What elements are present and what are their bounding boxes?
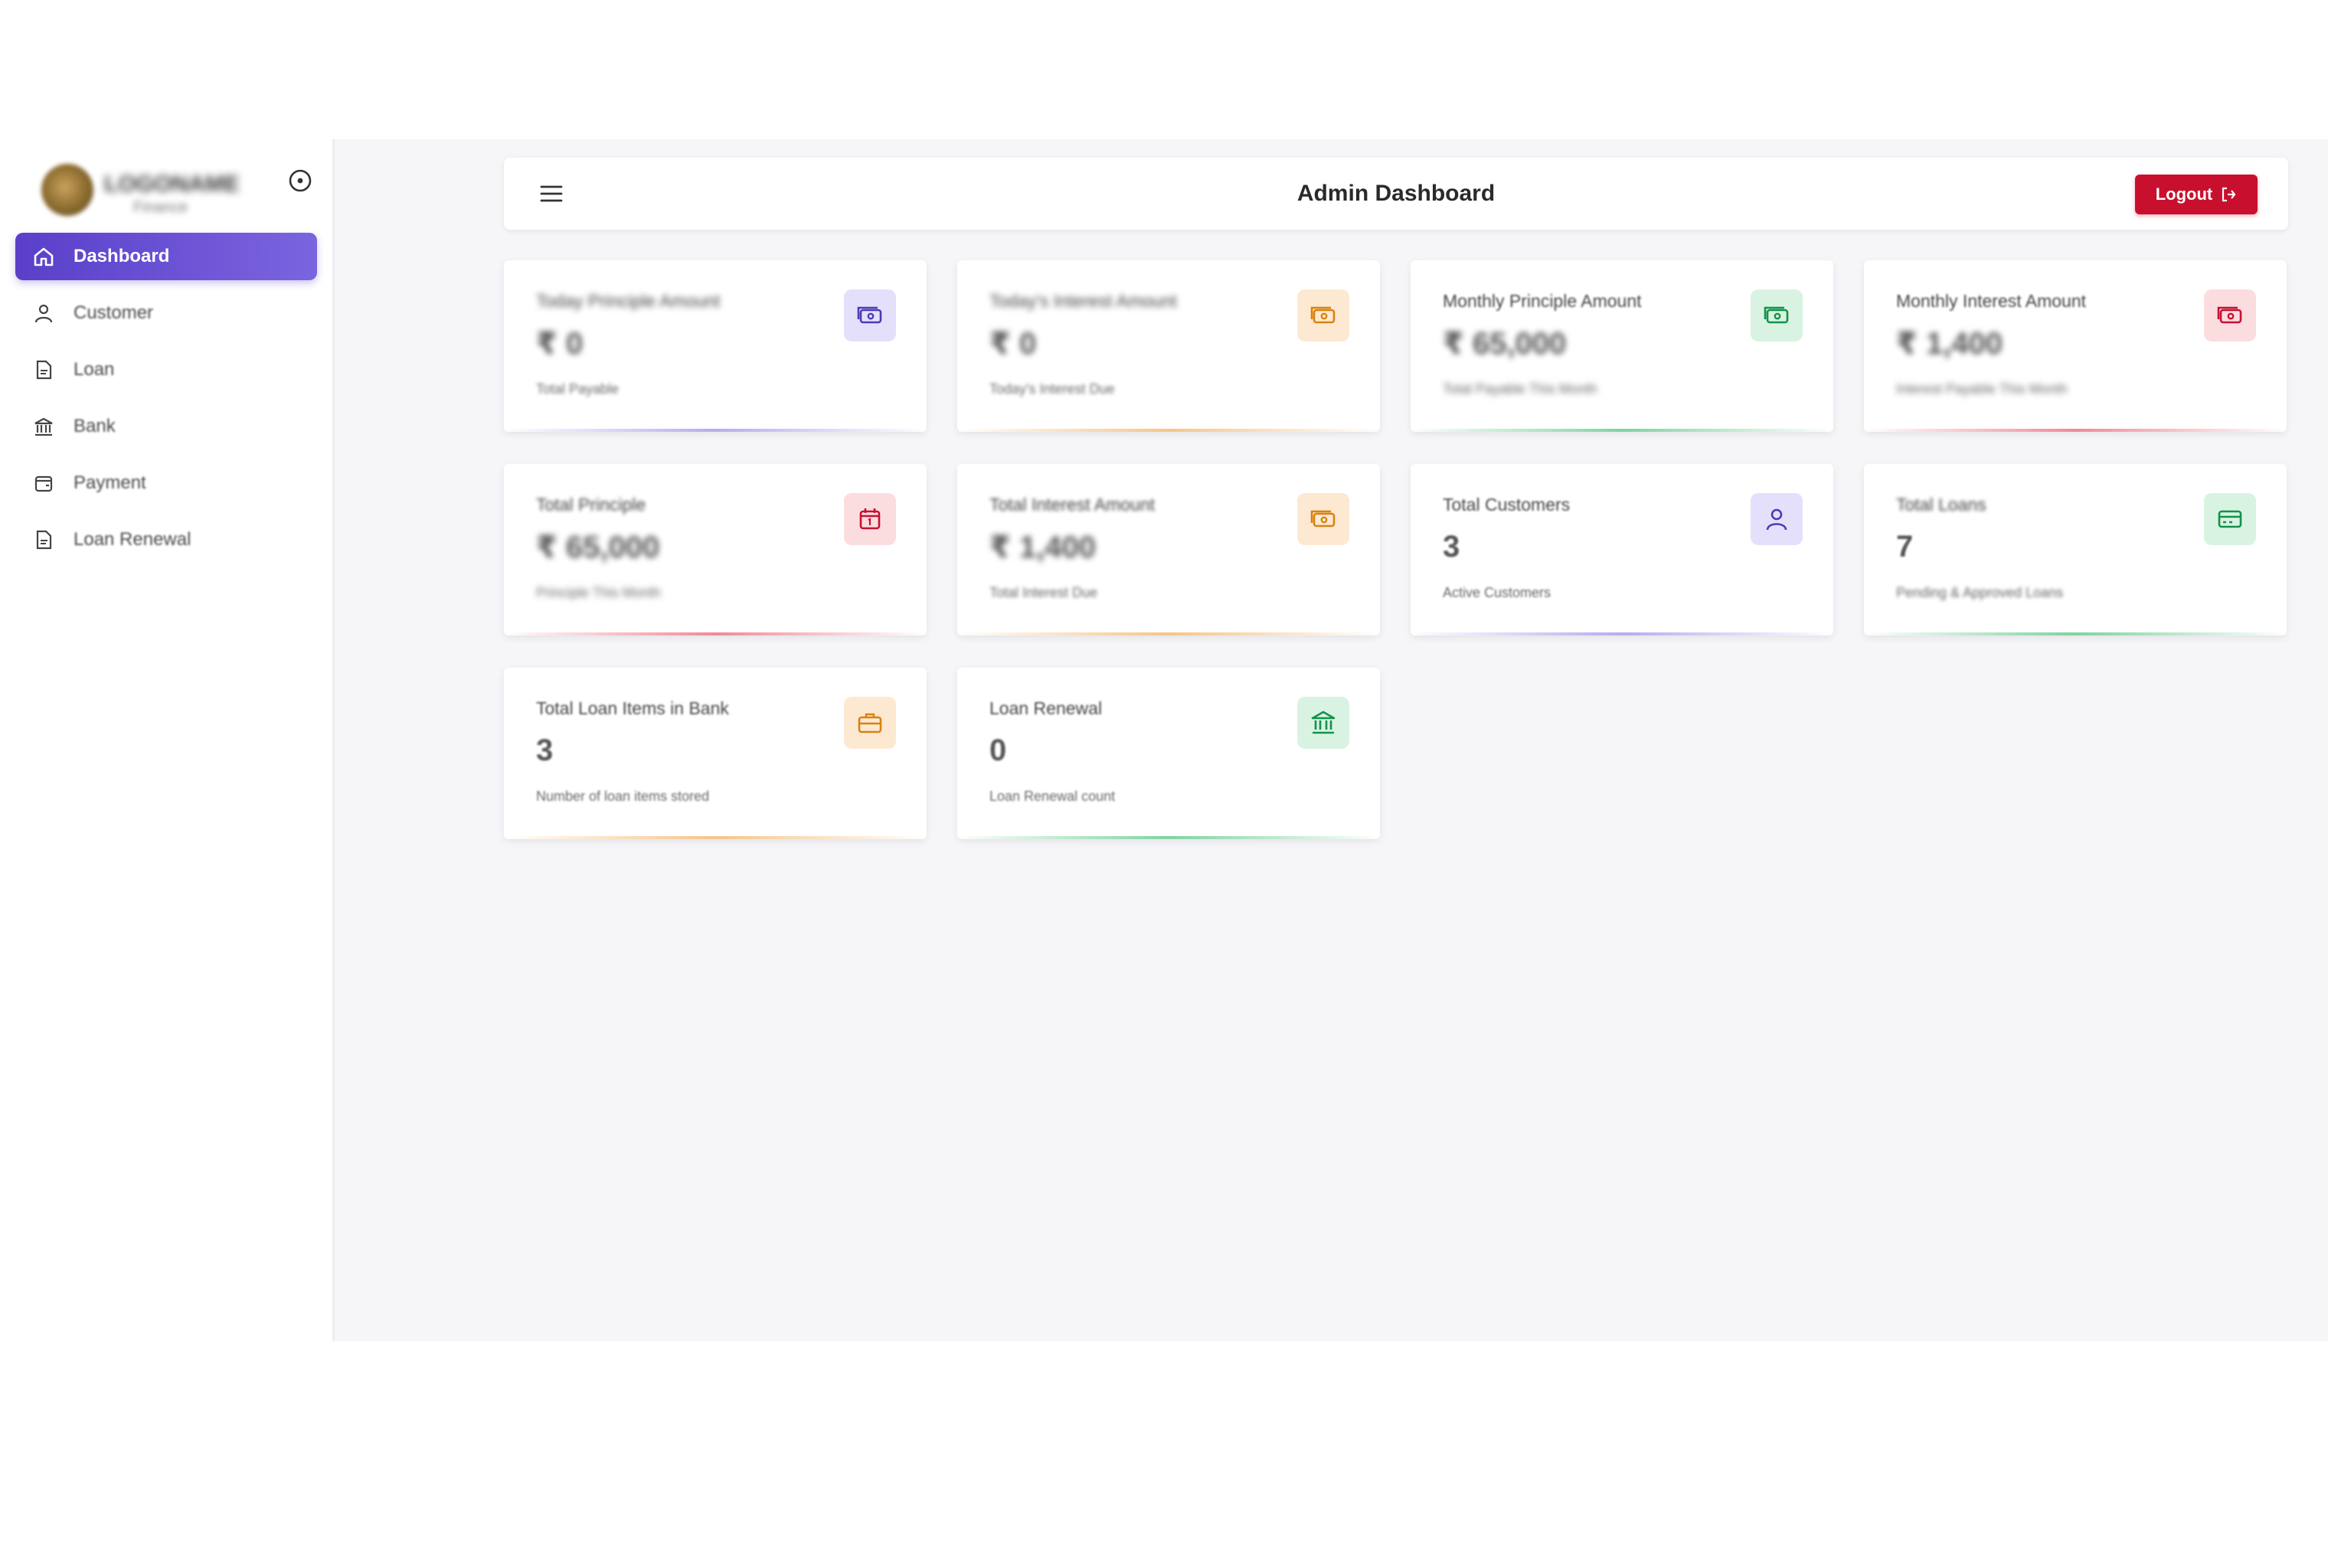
sidebar-nav: Dashboard Customer Loan Bank Payment Loa… [15,233,317,573]
money-icon [844,289,896,341]
sidebar-item-label: Dashboard [74,246,170,266]
money-icon [1297,493,1349,545]
card-value: 3 [536,733,554,767]
card-label: Monthly Principle Amount [1443,291,1642,311]
card-label: Total Interest Amount [989,495,1156,514]
briefcase-icon [844,697,896,749]
card-accent-bar [957,632,1380,635]
card-label: Total Loan Items in Bank [536,698,729,718]
stat-card-monthly-principle[interactable]: Monthly Principle Amount ₹ 65,000 Total … [1411,260,1833,432]
sidebar-item-label: Bank [74,416,116,436]
home-icon [31,243,57,270]
card-value: ₹ 1,400 [989,531,1097,564]
card-subtitle: Loan Renewal count [989,789,1116,804]
card-accent-bar [957,836,1380,839]
sidebar-item-loan-renewal[interactable]: Loan Renewal [15,516,317,564]
stat-card-loan-renewal[interactable]: Loan Renewal 0 Loan Renewal count [957,668,1380,839]
sidebar-item-bank[interactable]: Bank [15,403,317,450]
card-subtitle: Principle This Month [536,585,661,600]
sidebar-item-label: Loan Renewal [74,529,191,550]
card-subtitle: Number of loan items stored [536,789,710,804]
brand[interactable]: LOGONAME Finance [41,153,271,227]
card-subtitle: Interest Payable This Month [1896,381,2068,397]
top-bar: Admin Dashboard Logout [504,158,2288,230]
stat-card-total-principle[interactable]: Total Principle ₹ 65,000 Principle This … [504,464,927,635]
user-icon [1751,493,1803,545]
page-title: Admin Dashboard [1296,181,1496,206]
card-label: Today's Interest Amount [989,291,1177,311]
stat-card-total-interest[interactable]: Total Interest Amount ₹ 1,400 Total Inte… [957,464,1380,635]
sidebar: LOGONAME Finance Dashboard Customer Loan… [0,139,335,1341]
card-value: 7 [1896,530,1914,564]
logout-label: Logout [2155,185,2213,204]
card-accent-bar [1864,632,2287,635]
stat-card-total-customers[interactable]: Total Customers 3 Active Customers [1411,464,1833,635]
card-label: Today Principle Amount [536,291,721,311]
card-accent-bar [504,429,927,432]
logout-button[interactable]: Logout [2135,175,2258,214]
wallet-icon [31,470,57,496]
card-value: ₹ 1,400 [1896,327,2003,361]
money-icon [2204,289,2256,341]
card-value: ₹ 65,000 [1443,327,1567,361]
card-accent-bar [504,632,927,635]
brand-subtitle: Finance [133,199,188,216]
money-icon [1751,289,1803,341]
card-subtitle: Total Payable This Month [1443,381,1597,397]
card-value: 0 [989,733,1007,767]
sidebar-item-customer[interactable]: Customer [15,289,317,337]
calendar-icon [844,493,896,545]
sidebar-item-loan[interactable]: Loan [15,346,317,394]
card-subtitle: Total Payable [536,381,620,397]
card-value: ₹ 0 [989,327,1037,361]
circle-dot-icon [289,169,312,192]
card-value: ₹ 0 [536,327,584,361]
card-subtitle: Today's Interest Due [989,381,1115,397]
sidebar-item-dashboard[interactable]: Dashboard [15,233,317,280]
card-subtitle: Active Customers [1443,585,1551,600]
document-icon [31,357,57,383]
card-label: Total Customers [1443,495,1571,514]
card-label: Total Principle [536,495,646,514]
credit-card-icon [2204,493,2256,545]
card-accent-bar [504,836,927,839]
sidebar-toggle-button[interactable] [285,165,316,196]
stat-card-today-interest[interactable]: Today's Interest Amount ₹ 0 Today's Inte… [957,260,1380,432]
sidebar-item-label: Customer [74,302,154,323]
card-accent-bar [1864,429,2287,432]
card-accent-bar [1411,632,1833,635]
stat-card-total-loans[interactable]: Total Loans 7 Pending & Approved Loans [1864,464,2287,635]
sidebar-item-label: Loan [74,359,115,380]
money-icon [1297,289,1349,341]
card-label: Loan Renewal [989,698,1103,718]
bank-icon [1297,697,1349,749]
stat-card-loan-items-in-bank[interactable]: Total Loan Items in Bank 3 Number of loa… [504,668,927,839]
card-subtitle: Pending & Approved Loans [1896,585,2064,600]
app-shell: LOGONAME Finance Dashboard Customer Loan… [0,139,2328,1341]
card-label: Total Loans [1896,495,1986,514]
stat-card-monthly-interest[interactable]: Monthly Interest Amount ₹ 1,400 Interest… [1864,260,2287,432]
card-value: 3 [1443,530,1460,564]
logout-icon [2222,187,2236,202]
user-icon [31,300,57,326]
sidebar-item-label: Payment [74,472,146,493]
card-value: ₹ 65,000 [536,531,660,564]
sidebar-item-payment[interactable]: Payment [15,459,317,507]
card-subtitle: Total Interest Due [989,585,1098,600]
card-label: Monthly Interest Amount [1896,291,2087,311]
bank-icon [31,413,57,439]
brand-name: LOGONAME [104,172,240,197]
document-icon [31,527,57,553]
card-accent-bar [957,429,1380,432]
card-accent-bar [1411,429,1833,432]
brand-logo [41,164,93,216]
stat-card-today-principle[interactable]: Today Principle Amount ₹ 0 Total Payable [504,260,927,432]
